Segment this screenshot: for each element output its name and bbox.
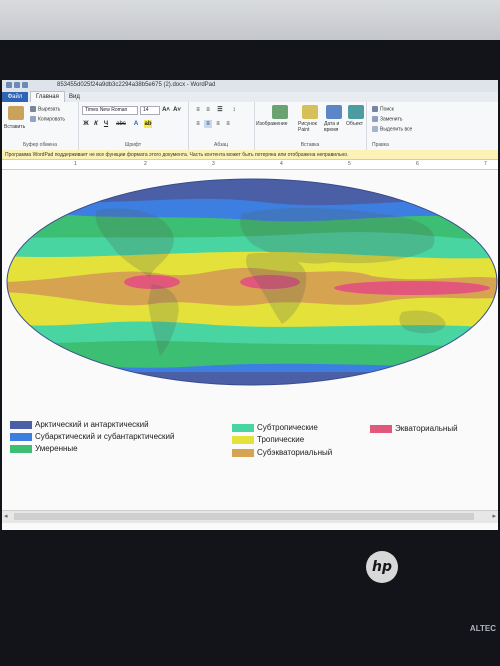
align-right-icon[interactable]: ≡ bbox=[214, 120, 222, 128]
hp-logo: hp bbox=[366, 551, 398, 583]
paint-icon[interactable] bbox=[302, 105, 318, 119]
copy-button[interactable]: Копировать bbox=[30, 116, 65, 122]
justify-icon[interactable]: ≡ bbox=[224, 120, 232, 128]
paste-icon[interactable] bbox=[8, 106, 24, 120]
paragraph-caption: Абзац bbox=[213, 142, 229, 148]
title-bar: 853455d025f24a9db3c2294a38b5e675 (2).doc… bbox=[2, 80, 498, 92]
ruler-mark: 3 bbox=[212, 161, 215, 167]
replace-icon bbox=[372, 116, 378, 122]
ruler-mark: 6 bbox=[416, 161, 419, 167]
ribbon: Вставить Вырезать Копировать Буфер обмен… bbox=[2, 102, 498, 151]
select-all-icon bbox=[372, 126, 378, 132]
font-family-select[interactable]: Times New Roman bbox=[82, 106, 138, 115]
ruler-mark: 2 bbox=[144, 161, 147, 167]
legend-item-tropical: Тропические bbox=[232, 435, 304, 445]
ruler-mark: 4 bbox=[280, 161, 283, 167]
font-size-select[interactable]: 14 bbox=[140, 106, 160, 115]
window-title: 853455d025f24a9db3c2294a38b5e675 (2).doc… bbox=[57, 82, 216, 88]
legend-item-arctic: Арктический и антарктический bbox=[10, 420, 149, 430]
legend-swatch bbox=[232, 435, 254, 444]
decrease-indent-icon[interactable]: ≡ bbox=[194, 106, 202, 114]
climate-zones-map bbox=[6, 178, 498, 386]
zone-equatorial-asia bbox=[334, 281, 490, 295]
group-editing: Поиск Заменить Выделить все Правка bbox=[366, 102, 498, 150]
increase-indent-icon[interactable]: ≡ bbox=[204, 106, 212, 114]
underline-button[interactable]: Ч bbox=[102, 120, 110, 128]
document-area[interactable]: Арктический и антарктический Субарктичес… bbox=[2, 170, 498, 530]
highlight-icon[interactable]: ab bbox=[144, 120, 152, 128]
redo-icon[interactable] bbox=[22, 82, 28, 88]
legend-swatch bbox=[370, 424, 392, 433]
line-spacing-icon[interactable]: ↕ bbox=[230, 106, 238, 114]
speaker-brand: ALTEC bbox=[469, 624, 496, 633]
tab-view[interactable]: Вид bbox=[64, 92, 85, 102]
legend-item-subtropical: Субтропические bbox=[232, 423, 318, 433]
find-button[interactable]: Поиск bbox=[372, 106, 394, 112]
cut-button[interactable]: Вырезать bbox=[30, 106, 60, 112]
replace-button[interactable]: Заменить bbox=[372, 116, 402, 122]
insert-object-button[interactable]: Объект bbox=[346, 121, 363, 127]
tab-home[interactable]: Главная bbox=[30, 91, 65, 102]
ruler-mark: 7 bbox=[484, 161, 487, 167]
shrink-font-icon[interactable]: A˅ bbox=[173, 106, 181, 114]
insert-caption: Вставка bbox=[300, 142, 320, 148]
insert-image-button[interactable]: Изображение bbox=[256, 121, 288, 127]
ruler-mark: 5 bbox=[348, 161, 351, 167]
insert-datetime-button[interactable]: Дата и время bbox=[324, 121, 344, 133]
insert-drawing-button[interactable]: Рисунок Paint bbox=[298, 121, 320, 133]
legend-item-subarctic: Субарктический и субантарктический bbox=[10, 432, 174, 442]
scroll-left-icon[interactable]: ◂ bbox=[4, 512, 8, 520]
scissors-icon bbox=[30, 106, 36, 112]
horizontal-scrollbar[interactable]: ◂ ▸ bbox=[2, 510, 498, 523]
scroll-right-icon[interactable]: ▸ bbox=[492, 512, 496, 520]
legend-swatch bbox=[232, 448, 254, 457]
grow-font-icon[interactable]: A˄ bbox=[162, 106, 170, 114]
group-clipboard: Вставить Вырезать Копировать Буфер обмен… bbox=[2, 102, 79, 150]
ribbon-tabs: Файл Главная Вид bbox=[2, 91, 498, 102]
group-font: Times New Roman 14 A˄ A˅ Ж К Ч abc A ab … bbox=[78, 102, 189, 150]
legend-swatch bbox=[10, 432, 32, 441]
copy-icon bbox=[30, 116, 36, 122]
undo-icon[interactable] bbox=[14, 82, 20, 88]
quick-access-toolbar bbox=[6, 82, 46, 90]
clipboard-caption: Буфер обмена bbox=[23, 142, 57, 148]
legend-item-subequatorial: Субэкваториальный bbox=[232, 448, 332, 458]
ruler-mark: 1 bbox=[74, 161, 77, 167]
group-paragraph: ≡ ≡ ☰ ↕ ≡ ≡ ≡ ≡ Абзац bbox=[188, 102, 255, 150]
editing-caption: Правка bbox=[372, 142, 389, 148]
strikethrough-button[interactable]: abc bbox=[114, 120, 128, 128]
select-all-button[interactable]: Выделить все bbox=[372, 126, 412, 132]
legend-item-temperate: Умеренные bbox=[10, 444, 78, 454]
font-caption: Шрифт bbox=[124, 142, 142, 148]
calendar-icon[interactable] bbox=[326, 105, 342, 119]
legend-swatch bbox=[10, 444, 32, 453]
legend-swatch bbox=[10, 420, 32, 429]
font-color-icon[interactable]: A bbox=[132, 120, 140, 128]
group-insert: Изображение Рисунок Paint Дата и время О… bbox=[254, 102, 367, 150]
scrollbar-thumb[interactable] bbox=[14, 513, 474, 520]
legend-item-equatorial: Экваториальный bbox=[370, 424, 458, 434]
paste-button[interactable]: Вставить bbox=[4, 124, 25, 130]
italic-button[interactable]: К bbox=[92, 120, 100, 128]
align-left-icon[interactable]: ≡ bbox=[194, 120, 202, 128]
ruler[interactable]: 1 2 3 4 5 6 7 bbox=[2, 160, 498, 170]
picture-icon[interactable] bbox=[272, 105, 288, 119]
object-icon[interactable] bbox=[348, 105, 364, 119]
monitor-screen: 853455d025f24a9db3c2294a38b5e675 (2).doc… bbox=[2, 80, 498, 530]
bold-button[interactable]: Ж bbox=[82, 120, 90, 128]
tab-file[interactable]: Файл bbox=[2, 92, 28, 102]
compatibility-warning: Программа WordPad поддерживает не все фу… bbox=[2, 150, 498, 160]
save-icon[interactable] bbox=[6, 82, 12, 88]
bullet-list-icon[interactable]: ☰ bbox=[216, 106, 224, 114]
legend-swatch bbox=[232, 423, 254, 432]
binoculars-icon bbox=[372, 106, 378, 112]
align-center-icon[interactable]: ≡ bbox=[204, 120, 212, 128]
